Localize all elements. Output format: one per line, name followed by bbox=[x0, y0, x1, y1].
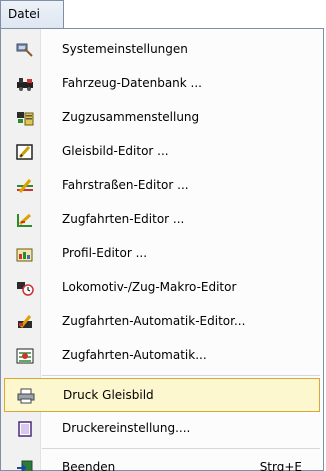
automatic-icon bbox=[16, 348, 34, 364]
automatic-editor-icon bbox=[16, 314, 34, 330]
menu-title: Datei bbox=[8, 7, 41, 21]
macro-editor-icon bbox=[16, 280, 34, 296]
profile-editor-icon bbox=[16, 246, 34, 262]
menu-item-profil-editor[interactable]: Profil-Editor ... bbox=[4, 237, 320, 271]
menu-item-fahrzeug-datenbank[interactable]: Fahrzeug-Datenbank ... bbox=[4, 67, 320, 101]
shortcut-label: Strg+E bbox=[259, 460, 302, 471]
printer-icon bbox=[17, 388, 35, 404]
menu-datei[interactable]: Datei bbox=[0, 0, 64, 29]
menu-item-automatik-editor[interactable]: Zugfahrten-Automatik-Editor... bbox=[4, 305, 320, 339]
route-editor-icon bbox=[16, 178, 34, 194]
menu-separator bbox=[42, 448, 320, 449]
menu-item-druckereinstellung[interactable]: Druckereinstellung.... bbox=[4, 412, 320, 446]
menu-item-fahrstrassen-editor[interactable]: Fahrstraßen-Editor ... bbox=[4, 169, 320, 203]
menu-item-systemeinstellungen[interactable]: Systemeinstellungen bbox=[4, 33, 320, 67]
menu-item-zugzusammenstellung[interactable]: Zugzusammenstellung bbox=[4, 101, 320, 135]
menu-item-makro-editor[interactable]: Lokomotiv-/Zug-Makro-Editor bbox=[4, 271, 320, 305]
menu-item-automatik[interactable]: Zugfahrten-Automatik... bbox=[4, 339, 320, 373]
menu-item-gleisbild-editor[interactable]: Gleisbild-Editor ... bbox=[4, 135, 320, 169]
menu-separator bbox=[42, 375, 320, 376]
exit-icon bbox=[16, 460, 34, 471]
settings-icon bbox=[16, 42, 34, 58]
printer-settings-icon bbox=[16, 421, 34, 437]
menu-item-zugfahrten-editor[interactable]: Zugfahrten-Editor ... bbox=[4, 203, 320, 237]
menu-item-druck-gleisbild[interactable]: Druck Gleisbild bbox=[4, 378, 320, 412]
locomotive-icon bbox=[16, 76, 34, 92]
train-run-editor-icon bbox=[16, 212, 34, 228]
track-editor-icon bbox=[16, 144, 34, 160]
menu-item-beenden[interactable]: Beenden Strg+E bbox=[4, 451, 320, 471]
train-composition-icon bbox=[16, 110, 34, 126]
dropdown-menu: Systemeinstellungen Fahrzeug-Datenbank .… bbox=[0, 28, 324, 471]
